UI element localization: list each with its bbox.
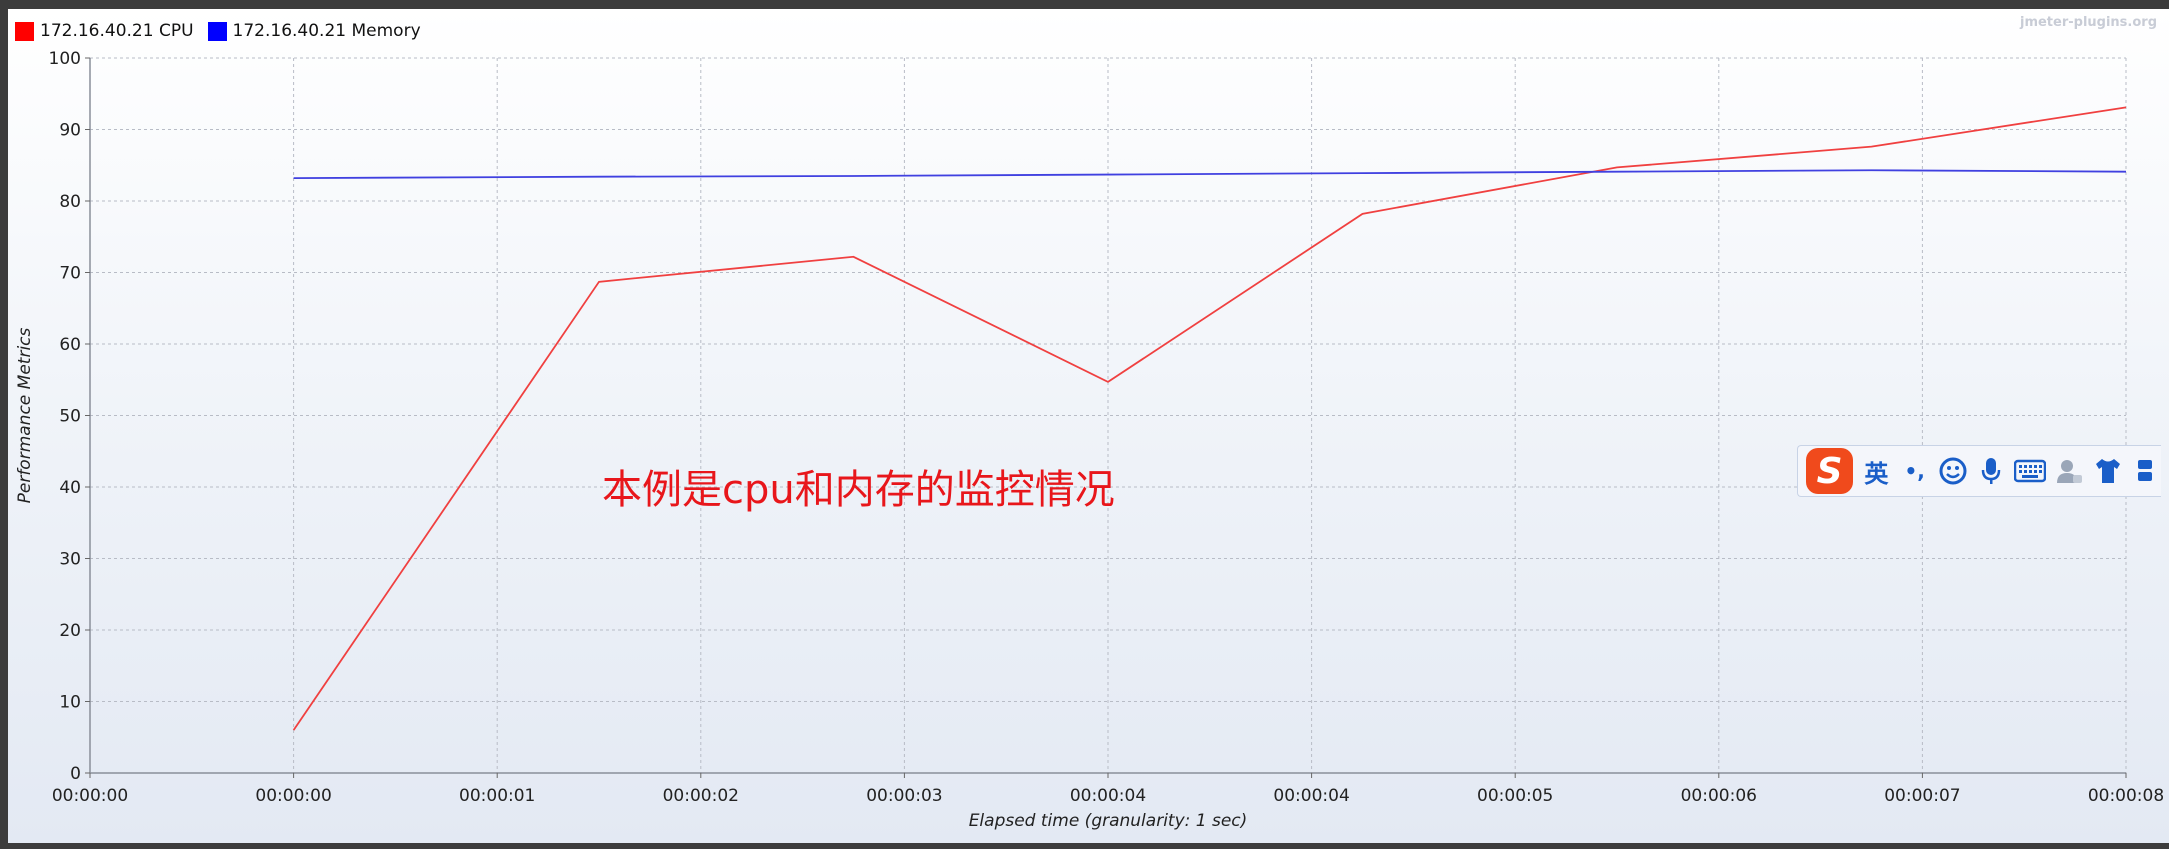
shirt-icon[interactable]: [2093, 455, 2123, 487]
x-tick-label: 00:00:08: [2088, 786, 2164, 806]
x-tick-label: 00:00:02: [663, 786, 739, 806]
x-axis-label: Elapsed time (granularity: 1 sec): [969, 811, 1248, 831]
x-tick-label: 00:00:05: [1477, 786, 1553, 806]
y-tick-label: 10: [59, 693, 81, 713]
x-tick-label: 00:00:07: [1884, 786, 1960, 806]
y-tick-label: 70: [59, 264, 81, 284]
y-tick-label: 100: [49, 49, 81, 69]
x-tick-label: 00:00:06: [1681, 786, 1757, 806]
series-line-memory: [293, 169, 2127, 180]
y-tick-label: 90: [59, 121, 81, 141]
grid-icon[interactable]: [2131, 455, 2161, 487]
sogou-logo-icon[interactable]: S: [1806, 448, 1854, 494]
x-tick-label: 00:00:00: [52, 786, 128, 806]
ime-punctuation-toggle[interactable]: •,: [1900, 455, 1930, 487]
smiley-icon[interactable]: [1938, 455, 1968, 487]
x-tick-label: 00:00:00: [255, 786, 331, 806]
y-tick-label: 30: [59, 550, 81, 570]
x-tick-label: 00:00:04: [1273, 786, 1349, 806]
series-line-cpu: [292, 106, 2127, 731]
y-tick-label: 40: [59, 478, 81, 498]
y-tick-label: 20: [59, 621, 81, 641]
annotation-text: 本例是cpu和内存的监控情况: [602, 467, 1115, 513]
keyboard-icon[interactable]: [2014, 455, 2047, 487]
y-tick-label: 80: [59, 192, 81, 212]
ime-toolbar[interactable]: S 英 •,: [1797, 445, 2161, 497]
user-icon[interactable]: [2054, 455, 2084, 487]
x-tick-label: 00:00:04: [1070, 786, 1146, 806]
microphone-icon[interactable]: [1976, 455, 2006, 487]
y-axis-label: Performance Metrics: [15, 327, 35, 503]
line-chart: 0 10 20 30 40 50 60 70 80 90 100 00:00:00 00:00:00 00…: [15, 49, 2164, 831]
ime-language-toggle[interactable]: 英: [1861, 455, 1891, 488]
x-tick-label: 00:00:03: [866, 786, 942, 806]
y-tick-label: 60: [59, 335, 81, 355]
y-tick-label: 50: [59, 407, 81, 427]
x-tick-label: 00:00:01: [459, 786, 535, 806]
y-tick-label: 0: [70, 764, 81, 784]
